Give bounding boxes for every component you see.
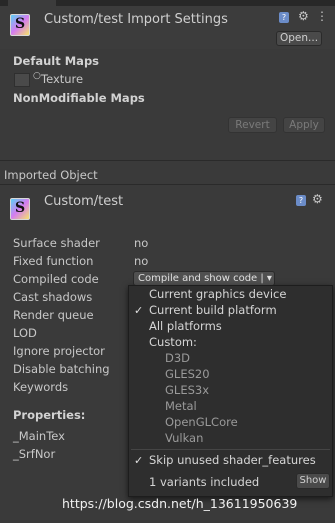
variants-included-label: 1 variants included	[149, 475, 260, 489]
shader-asset-icon: S	[10, 198, 30, 220]
help-icon[interactable]: ?	[279, 12, 289, 23]
compile-platform-menu: Current graphics device ✓ Current build …	[128, 285, 333, 497]
menu-item-vulkan[interactable]: Vulkan	[165, 431, 203, 445]
texture-label: Texture	[41, 72, 84, 86]
texture-radio-icon[interactable]: ○	[33, 71, 41, 81]
compiled-code-label: Compiled code	[13, 272, 99, 286]
menu-item-all-platforms[interactable]: All platforms	[149, 319, 222, 333]
divider	[0, 160, 335, 161]
ignore-projector-label: Ignore projector	[13, 344, 105, 358]
nonmodifiable-maps-heading: NonModifiable Maps	[13, 91, 145, 105]
divider	[0, 184, 335, 185]
checkmark-icon: ✓	[134, 304, 144, 317]
menu-item-gles20[interactable]: GLES20	[165, 367, 210, 381]
menu-item-d3d[interactable]: D3D	[165, 351, 190, 365]
surface-shader-label: Surface shader	[13, 236, 100, 250]
show-button[interactable]: Show	[296, 473, 330, 489]
imported-object-title: Custom/test	[44, 194, 124, 209]
checkmark-icon: ✓	[134, 454, 144, 467]
settings-menu-icon[interactable]: ⋮	[316, 9, 328, 23]
apply-button[interactable]: Apply	[283, 117, 325, 133]
properties-heading: Properties:	[13, 408, 86, 422]
menu-item-skip-unused-shader-features[interactable]: Skip unused shader_features	[149, 453, 316, 467]
texture-slot[interactable]	[14, 73, 30, 87]
menu-item-gles3x[interactable]: GLES3x	[165, 383, 209, 397]
property-item: _SrfNor	[13, 447, 56, 461]
imported-object-label: Imported Object	[4, 168, 98, 182]
help-icon[interactable]: ?	[296, 195, 306, 206]
surface-shader-value: no	[134, 236, 149, 250]
property-item: _MainTex	[13, 429, 65, 443]
watermark-text: https://blog.csdn.net/h_13611950639	[62, 496, 298, 511]
render-queue-label: Render queue	[13, 308, 94, 322]
cast-shadows-label: Cast shadows	[13, 290, 93, 304]
menu-item-metal[interactable]: Metal	[165, 399, 197, 413]
open-button[interactable]: Open...	[276, 31, 322, 46]
menu-item-current-build-platform[interactable]: Current build platform	[149, 303, 277, 317]
lod-label: LOD	[13, 326, 37, 340]
gear-icon[interactable]: ⚙	[298, 9, 309, 23]
menu-item-openglcore[interactable]: OpenGLCore	[165, 415, 238, 429]
compile-and-show-code-dropdown[interactable]: Compile and show code | ▾	[133, 271, 275, 286]
fixed-function-value: no	[134, 254, 149, 268]
shader-file-icon: S	[10, 14, 30, 36]
gear-icon[interactable]: ⚙	[312, 192, 323, 206]
menu-divider	[131, 449, 330, 450]
keywords-label: Keywords	[13, 380, 69, 394]
default-maps-heading: Default Maps	[13, 54, 100, 68]
revert-button[interactable]: Revert	[228, 117, 277, 133]
import-settings-title: Custom/test Import Settings	[44, 12, 228, 27]
fixed-function-label: Fixed function	[13, 254, 94, 268]
menu-item-custom[interactable]: Custom:	[149, 335, 197, 349]
menu-item-current-graphics-device[interactable]: Current graphics device	[149, 287, 286, 301]
disable-batching-label: Disable batching	[13, 362, 110, 376]
